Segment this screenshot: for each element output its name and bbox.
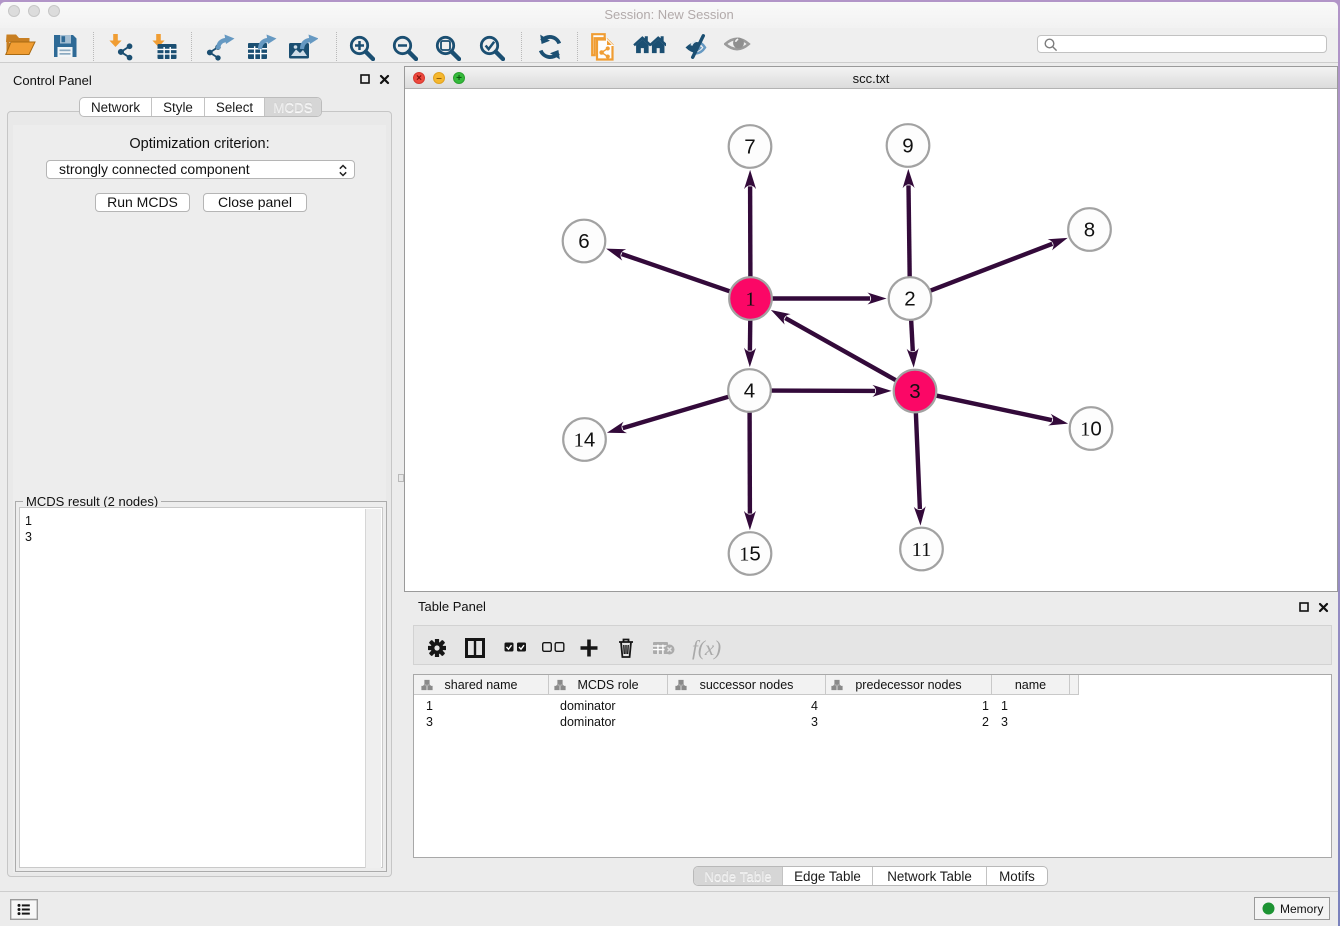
svg-text:11: 11 — [912, 539, 932, 561]
svg-text:2: 2 — [904, 288, 915, 311]
svg-text:14: 14 — [574, 429, 596, 452]
svg-text:6: 6 — [578, 230, 589, 253]
svg-text:1: 1 — [745, 289, 755, 311]
svg-text:f(x): f(x) — [692, 637, 721, 660]
svg-text:15: 15 — [739, 543, 761, 566]
svg-text:4: 4 — [744, 380, 755, 403]
svg-text:8: 8 — [1084, 219, 1095, 242]
svg-text:3: 3 — [909, 380, 920, 403]
svg-text:9: 9 — [902, 135, 913, 158]
svg-text:7: 7 — [744, 136, 755, 159]
svg-text:10: 10 — [1080, 418, 1102, 441]
